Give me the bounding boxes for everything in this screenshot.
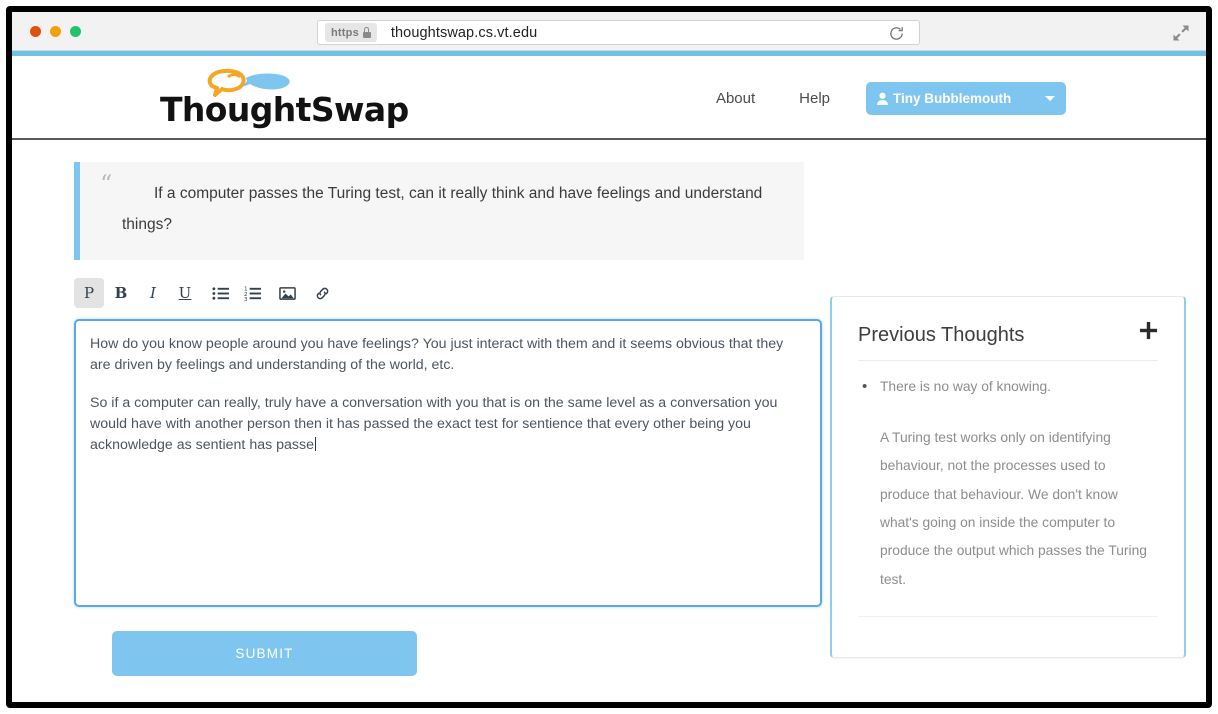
user-name: Tiny Bubblemouth — [893, 91, 1012, 106]
panel-body: There is no way of knowing. A Turing tes… — [832, 361, 1184, 594]
fullscreen-icon[interactable] — [1172, 24, 1190, 42]
toolbar-bullet-list-button[interactable] — [205, 278, 235, 308]
nav-item-help[interactable]: Help — [777, 90, 852, 107]
previous-thoughts-panel: Previous Thoughts There is no way of kno… — [830, 296, 1186, 658]
editor-paragraph-2: So if a computer can really, truly have … — [90, 393, 806, 455]
main-content: “ If a computer passes the Turing test, … — [12, 140, 1206, 702]
site-header: ThoughtSwap About Help Tiny Bubblemouth — [12, 56, 1206, 140]
https-badge: https — [325, 23, 377, 42]
toolbar-numbered-list-button[interactable]: 1 2 3 — [237, 278, 267, 308]
minimize-button[interactable] — [50, 26, 61, 37]
numbered-list-icon: 1 2 3 — [244, 286, 261, 302]
toolbar-image-button[interactable] — [272, 278, 302, 308]
browser-chrome: https thoughtswap.cs.vt.edu — [12, 12, 1206, 51]
main-nav: About Help Tiny Bubblemouth — [694, 82, 1066, 115]
list-item: There is no way of knowing. — [858, 376, 1158, 398]
plus-icon[interactable] — [1139, 321, 1158, 340]
compose-column: “ If a computer passes the Turing test, … — [74, 162, 822, 676]
user-menu-button[interactable]: Tiny Bubblemouth — [866, 82, 1066, 115]
toolbar-paragraph-button[interactable]: P — [74, 278, 104, 308]
reload-icon[interactable] — [888, 25, 905, 42]
lock-icon — [362, 27, 371, 38]
thought-list: There is no way of knowing. — [858, 376, 1158, 398]
image-icon — [278, 286, 296, 300]
address-bar[interactable]: https thoughtswap.cs.vt.edu — [317, 20, 920, 45]
browser-window: https thoughtswap.cs.vt.edu ThoughtSwap … — [6, 6, 1212, 708]
bullet-list-icon — [211, 286, 229, 300]
chevron-down-icon — [1045, 96, 1055, 101]
panel-divider — [858, 616, 1158, 618]
prompt-text: If a computer passes the Turing test, ca… — [122, 185, 763, 233]
window-controls[interactable] — [30, 26, 81, 37]
maximize-button[interactable] — [70, 26, 81, 37]
prompt-blockquote: “ If a computer passes the Turing test, … — [74, 162, 804, 260]
toolbar-italic-button[interactable]: I — [138, 278, 168, 308]
toolbar-bold-button[interactable]: B — [106, 278, 136, 308]
editor-paragraph-2-text: So if a computer can really, truly have … — [90, 395, 778, 453]
https-label: https — [331, 26, 359, 39]
user-icon — [877, 92, 888, 105]
url-text: thoughtswap.cs.vt.edu — [390, 24, 538, 41]
thought-body: A Turing test works only on identifying … — [880, 429, 1147, 587]
link-icon — [316, 287, 328, 299]
toolbar-link-button[interactable] — [307, 278, 337, 308]
panel-header: Previous Thoughts — [858, 297, 1158, 361]
submit-button[interactable]: SUBMIT — [112, 631, 417, 676]
thought-editor[interactable]: How do you know people around you have f… — [74, 319, 822, 607]
panel-title: Previous Thoughts — [858, 324, 1025, 346]
svg-text:3: 3 — [244, 297, 248, 302]
quote-icon: “ — [100, 170, 113, 198]
text-cursor — [315, 436, 316, 451]
toolbar-underline-button[interactable]: U — [170, 278, 200, 308]
nav-item-about[interactable]: About — [694, 90, 777, 107]
close-button[interactable] — [30, 26, 41, 37]
editor-toolbar: P B I U 1 2 3 — [74, 278, 804, 308]
editor-paragraph-1: How do you know people around you have f… — [90, 336, 784, 373]
logo-text: ThoughtSwap — [160, 90, 409, 129]
